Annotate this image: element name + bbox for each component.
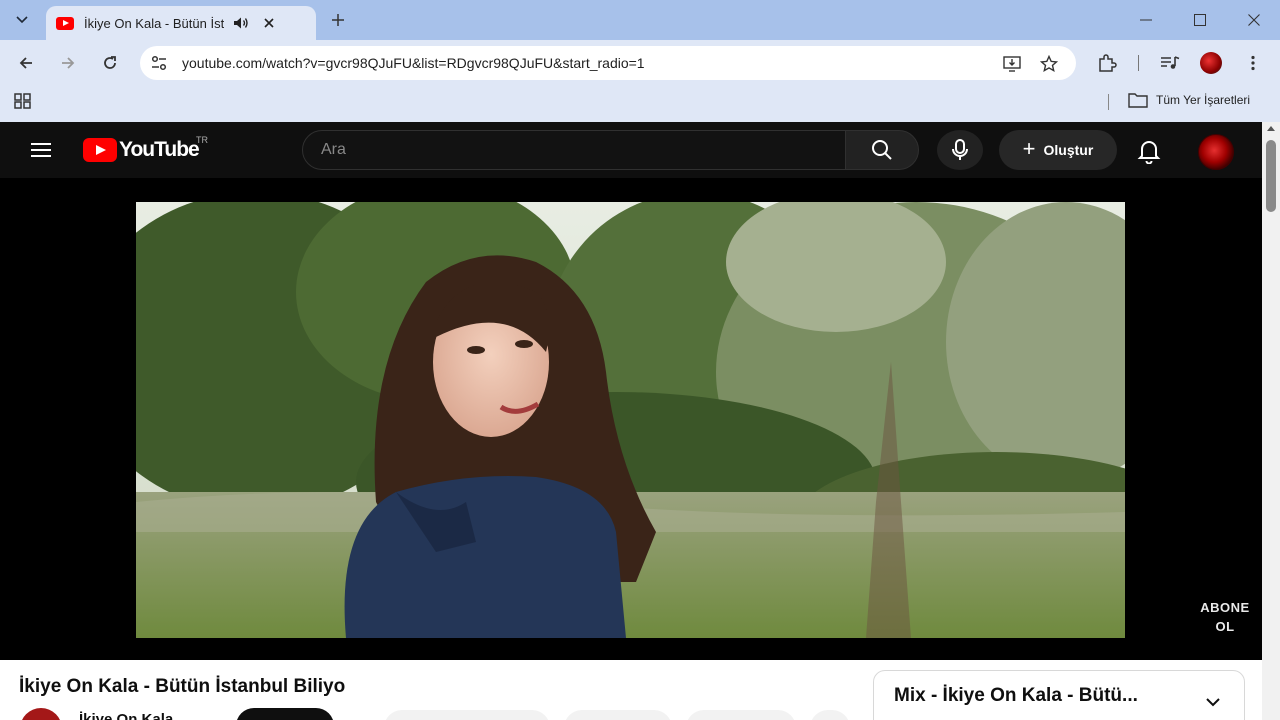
tab-title: İkiye On Kala - Bütün İstanbul Biliyo <box>84 15 224 31</box>
site-settings-icon[interactable] <box>150 54 168 72</box>
search-button[interactable] <box>845 130 919 170</box>
tab-strip: İkiye On Kala - Bütün İstanbul Biliyo <box>0 0 1280 40</box>
search-icon <box>872 140 892 160</box>
more-actions-button[interactable] <box>810 710 850 720</box>
youtube-favicon-icon <box>56 16 74 30</box>
plus-icon <box>332 14 344 26</box>
new-tab-button[interactable] <box>326 8 350 32</box>
chevron-down-icon[interactable] <box>1204 693 1222 711</box>
like-dislike-button[interactable] <box>384 710 550 720</box>
close-window-button[interactable] <box>1234 6 1274 34</box>
download-button[interactable] <box>686 710 796 720</box>
back-icon <box>19 57 32 69</box>
extensions-icon[interactable] <box>1094 50 1120 76</box>
create-label: Oluştur <box>1043 142 1094 158</box>
notifications-button[interactable] <box>1132 134 1166 168</box>
maximize-button[interactable] <box>1180 6 1220 34</box>
forward-button[interactable] <box>54 49 82 77</box>
address-bar[interactable]: youtube.com/watch?v=gvcr98QJuFU&list=RDg… <box>140 46 1076 80</box>
scroll-up-arrow-icon[interactable] <box>1267 126 1275 131</box>
bell-icon <box>1137 141 1161 164</box>
plus-icon: + <box>1022 136 1036 161</box>
youtube-header: YouTube TR + Oluştur <box>0 122 1262 178</box>
hamburger-menu-icon[interactable] <box>28 138 54 162</box>
tab-search-icon[interactable] <box>8 6 36 34</box>
video-thumbnail-image <box>136 202 1125 638</box>
mix-title: Mix - İkiye On Kala - Bütü... <box>894 685 1138 706</box>
bookmarks-separator <box>1108 94 1109 110</box>
channel-name[interactable]: İkiye On Kala <box>79 711 173 720</box>
back-button[interactable] <box>12 49 40 77</box>
account-avatar[interactable] <box>1198 134 1234 170</box>
video-title: İkiye On Kala - Bütün İstanbul Biliyo <box>19 676 346 697</box>
create-button[interactable]: + Oluştur <box>999 130 1117 170</box>
more-icon[interactable] <box>1240 50 1266 76</box>
video-player[interactable]: ABONE OL <box>0 178 1262 660</box>
forward-icon <box>62 57 75 69</box>
scroll-thumb[interactable] <box>1266 140 1276 212</box>
reload-icon <box>104 56 116 69</box>
subscribe-watermark[interactable]: ABONE OL <box>1196 598 1254 636</box>
reload-button[interactable] <box>96 49 124 77</box>
region-code: TR <box>196 135 208 145</box>
channel-avatar[interactable] <box>20 708 62 720</box>
all-bookmarks-label: Tüm Yer İşaretleri <box>1156 93 1251 107</box>
search-input[interactable] <box>321 141 821 159</box>
watermark-line-2: OL <box>1215 619 1235 634</box>
youtube-page: YouTube TR + Oluştur <box>0 122 1262 720</box>
minimize-button[interactable] <box>1126 6 1166 34</box>
speaker-icon[interactable] <box>232 14 250 32</box>
browser-toolbar: youtube.com/watch?v=gvcr98QJuFU&list=RDg… <box>0 40 1280 86</box>
install-app-icon[interactable] <box>1002 54 1022 74</box>
star-icon[interactable] <box>1039 54 1059 74</box>
close-icon[interactable] <box>260 14 278 32</box>
profile-avatar[interactable] <box>1198 50 1224 76</box>
search-box[interactable] <box>302 130 846 170</box>
url-text[interactable]: youtube.com/watch?v=gvcr98QJuFU&list=RDg… <box>182 55 645 71</box>
bookmarks-bar: Tüm Yer İşaretleri <box>0 86 1280 116</box>
browser-chrome: İkiye On Kala - Bütün İstanbul Biliyo <box>0 0 1280 122</box>
page-scrollbar[interactable] <box>1262 122 1280 720</box>
video-frame[interactable] <box>136 202 1125 638</box>
youtube-play-icon <box>83 138 117 162</box>
watermark-line-1: ABONE <box>1200 600 1250 615</box>
microphone-icon <box>952 139 968 160</box>
youtube-logo-text: YouTube <box>119 138 200 161</box>
voice-search-button[interactable] <box>937 130 983 170</box>
toolbar-separator <box>1138 55 1139 71</box>
mix-playlist-panel[interactable]: Mix - İkiye On Kala - Bütü... <box>873 670 1245 720</box>
subscribe-button[interactable] <box>236 708 334 720</box>
browser-tab-active[interactable]: İkiye On Kala - Bütün İstanbul Biliyo <box>46 6 316 40</box>
maximize-icon <box>1194 14 1206 26</box>
all-bookmarks-button[interactable]: Tüm Yer İşaretleri <box>1128 92 1250 108</box>
media-controls-icon[interactable] <box>1157 50 1183 76</box>
video-info-section: İkiye On Kala - Bütün İstanbul Biliyo İk… <box>0 660 1262 720</box>
share-button[interactable] <box>564 710 672 720</box>
folder-icon <box>1128 93 1148 108</box>
minimize-icon <box>1140 19 1152 21</box>
close-window-icon <box>1248 14 1260 26</box>
apps-grid-icon[interactable] <box>14 93 32 109</box>
youtube-logo[interactable]: YouTube <box>83 138 200 162</box>
